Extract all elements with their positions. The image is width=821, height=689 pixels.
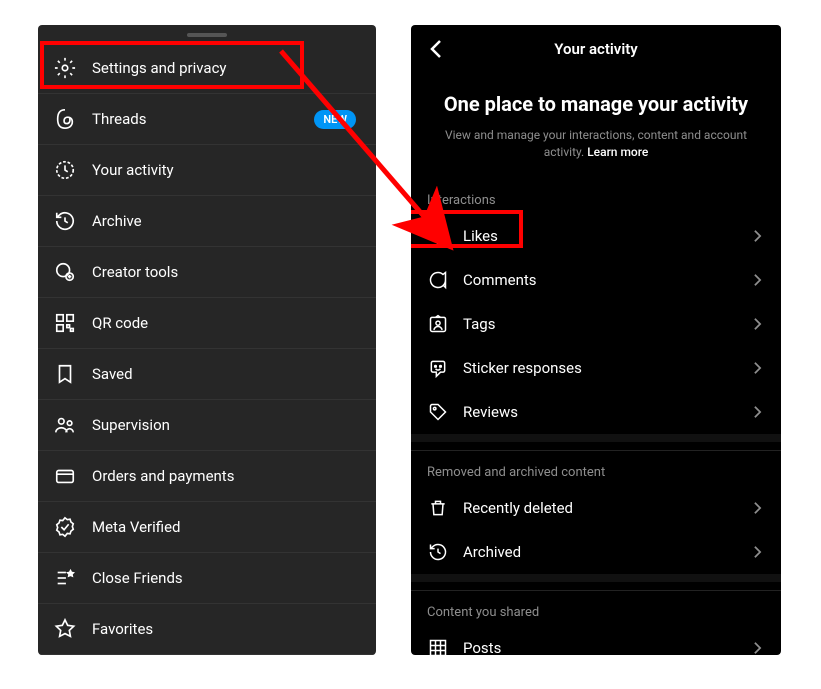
menu-item-threads[interactable]: Threads NEW [38,94,376,145]
highlight-settings-privacy [40,41,304,89]
header-title: Your activity [411,40,781,58]
comment-icon [427,269,449,291]
menu-item-close-friends[interactable]: Close Friends [38,553,376,604]
menu-item-saved[interactable]: Saved [38,349,376,400]
archive-icon [54,210,76,232]
credit-card-icon [54,465,76,487]
menu-item-orders-payments[interactable]: Orders and payments [38,451,376,502]
menu-label: Supervision [92,416,170,434]
row-likes[interactable]: Likes [411,214,781,258]
section-divider [411,574,781,582]
close-friends-icon [54,567,76,589]
sticker-icon [427,357,449,379]
grid-icon [427,637,449,655]
row-posts[interactable]: Posts [411,626,781,655]
section-shared: Content you shared Posts [411,590,781,655]
chevron-right-icon [749,272,765,288]
menu-label: Threads [92,110,146,128]
menu-label: Creator tools [92,263,178,281]
chevron-right-icon [749,360,765,376]
row-label: Comments [463,271,537,289]
menu-item-creator-tools[interactable]: Creator tools [38,247,376,298]
row-comments[interactable]: Comments [411,258,781,302]
row-reviews[interactable]: Reviews [411,390,781,434]
star-icon [54,618,76,640]
section-interactions: Interactions Likes Comments Tags [411,179,781,434]
learn-more-link[interactable]: Learn more [587,145,648,159]
tags-icon [427,313,449,335]
menu-item-qr-code[interactable]: QR code [38,298,376,349]
menu-label: Meta Verified [92,518,180,536]
chevron-right-icon [749,544,765,560]
threads-icon [54,108,76,130]
hero-section: One place to manage your activity View a… [411,71,781,179]
menu-label: Your activity [92,161,174,179]
row-label: Reviews [463,403,518,421]
section-divider [411,434,781,442]
chevron-right-icon [749,640,765,655]
menu-item-archive[interactable]: Archive [38,196,376,247]
hero-title: One place to manage your activity [441,91,751,117]
row-recently-deleted[interactable]: Recently deleted [411,486,781,530]
qr-code-icon [54,312,76,334]
chevron-right-icon [749,228,765,244]
row-tags[interactable]: Tags [411,302,781,346]
supervision-icon [54,414,76,436]
new-badge: NEW [314,110,356,129]
section-removed: Removed and archived content Recently de… [411,450,781,574]
section-label-shared: Content you shared [411,597,781,626]
menu-item-supervision[interactable]: Supervision [38,400,376,451]
reviews-tag-icon [427,401,449,423]
verified-icon [54,516,76,538]
row-label: Sticker responses [463,359,582,377]
row-label: Recently deleted [463,499,573,517]
menu-label: Saved [92,365,133,383]
menu-item-favorites[interactable]: Favorites [38,604,376,655]
menu-label: Archive [92,212,142,230]
trash-icon [427,497,449,519]
header-bar: Your activity [411,25,781,71]
drag-handle [187,33,227,37]
back-button[interactable] [425,37,449,61]
menu-label: Favorites [92,620,153,638]
your-activity-panel: Your activity One place to manage your a… [411,25,781,655]
menu-label: Orders and payments [92,467,234,485]
chevron-right-icon [749,404,765,420]
chevron-right-icon [749,500,765,516]
menu-item-your-activity[interactable]: Your activity [38,145,376,196]
menu-item-meta-verified[interactable]: Meta Verified [38,502,376,553]
row-archived[interactable]: Archived [411,530,781,574]
row-sticker-responses[interactable]: Sticker responses [411,346,781,390]
menu-label: Close Friends [92,569,183,587]
activity-icon [54,159,76,181]
saved-icon [54,363,76,385]
row-label: Tags [463,315,495,333]
highlight-likes [411,210,523,248]
hero-subtitle: View and manage your interactions, conte… [441,127,751,161]
settings-menu-panel: Settings and privacy Threads NEW Your ac… [38,25,376,655]
menu-label: QR code [92,314,148,332]
row-label: Posts [463,639,501,655]
chevron-right-icon [749,316,765,332]
section-label-removed: Removed and archived content [411,457,781,486]
creator-tools-icon [54,261,76,283]
row-label: Archived [463,543,521,561]
archived-icon [427,541,449,563]
